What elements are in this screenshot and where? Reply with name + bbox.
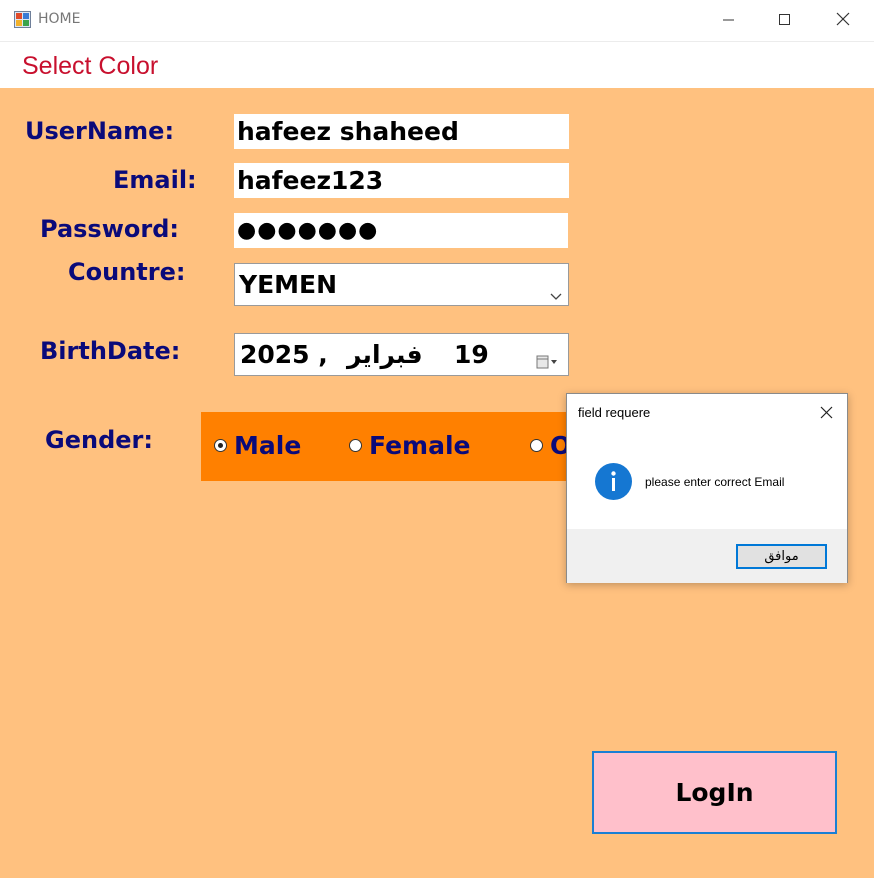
password-input[interactable]: ●●●●●●●: [234, 213, 568, 248]
password-label: Password:: [40, 215, 179, 243]
birthdate-month: فبراير: [347, 340, 423, 369]
maximize-icon: [779, 11, 791, 30]
message-box-dialog: field requere please enter correct Email…: [566, 393, 848, 583]
login-button[interactable]: LogIn: [592, 751, 837, 834]
minimize-icon: [723, 11, 735, 30]
email-input[interactable]: hafeez123: [234, 163, 569, 198]
gender-option-label: Female: [369, 430, 471, 460]
birthdate-label: BirthDate:: [40, 337, 181, 365]
window-edge: [874, 40, 880, 878]
title-bar[interactable]: HOME: [0, 0, 876, 40]
calendar-dropdown-icon[interactable]: [536, 347, 560, 376]
window-title: HOME: [38, 11, 81, 27]
dialog-close-button[interactable]: [815, 402, 837, 424]
maximize-button[interactable]: [757, 0, 813, 40]
dialog-message: please enter correct Email: [645, 475, 785, 489]
country-label: Countre:: [68, 258, 186, 286]
username-label: UserName:: [25, 117, 175, 145]
menu-item-select-color[interactable]: Select Color: [22, 52, 158, 81]
username-input[interactable]: hafeez shaheed: [234, 114, 569, 149]
chevron-down-icon: [550, 279, 562, 308]
app-icon: [14, 11, 31, 28]
close-icon: [836, 11, 850, 30]
radio-button[interactable]: [349, 438, 362, 452]
gender-group: Male Female O: [201, 412, 581, 481]
birthdate-day: 19: [454, 340, 489, 369]
radio-button[interactable]: [214, 438, 227, 452]
minimize-button[interactable]: [701, 0, 757, 40]
gender-option-male[interactable]: Male: [214, 430, 301, 460]
info-icon: [595, 463, 632, 500]
menu-bar: Select Color: [0, 41, 876, 89]
dialog-footer: موافق: [567, 529, 847, 583]
close-icon: [820, 404, 833, 423]
gender-option-female[interactable]: Female: [349, 430, 470, 460]
birthdate-picker[interactable]: 2025 , فبراير 19: [234, 333, 569, 376]
birthdate-year: 2025 ,: [240, 340, 328, 369]
gender-option-label: Male: [234, 430, 302, 460]
ok-button[interactable]: موافق: [736, 544, 827, 569]
close-button[interactable]: [815, 0, 871, 40]
gender-label: Gender:: [45, 426, 153, 454]
email-label: Email:: [113, 166, 197, 194]
country-selected-value: YEMEN: [239, 270, 338, 299]
dialog-title: field requere: [578, 405, 651, 420]
app-window: HOME Select Color UserName: Email: Passw…: [0, 0, 880, 878]
country-select[interactable]: YEMEN: [234, 263, 569, 306]
radio-button[interactable]: [530, 438, 543, 452]
